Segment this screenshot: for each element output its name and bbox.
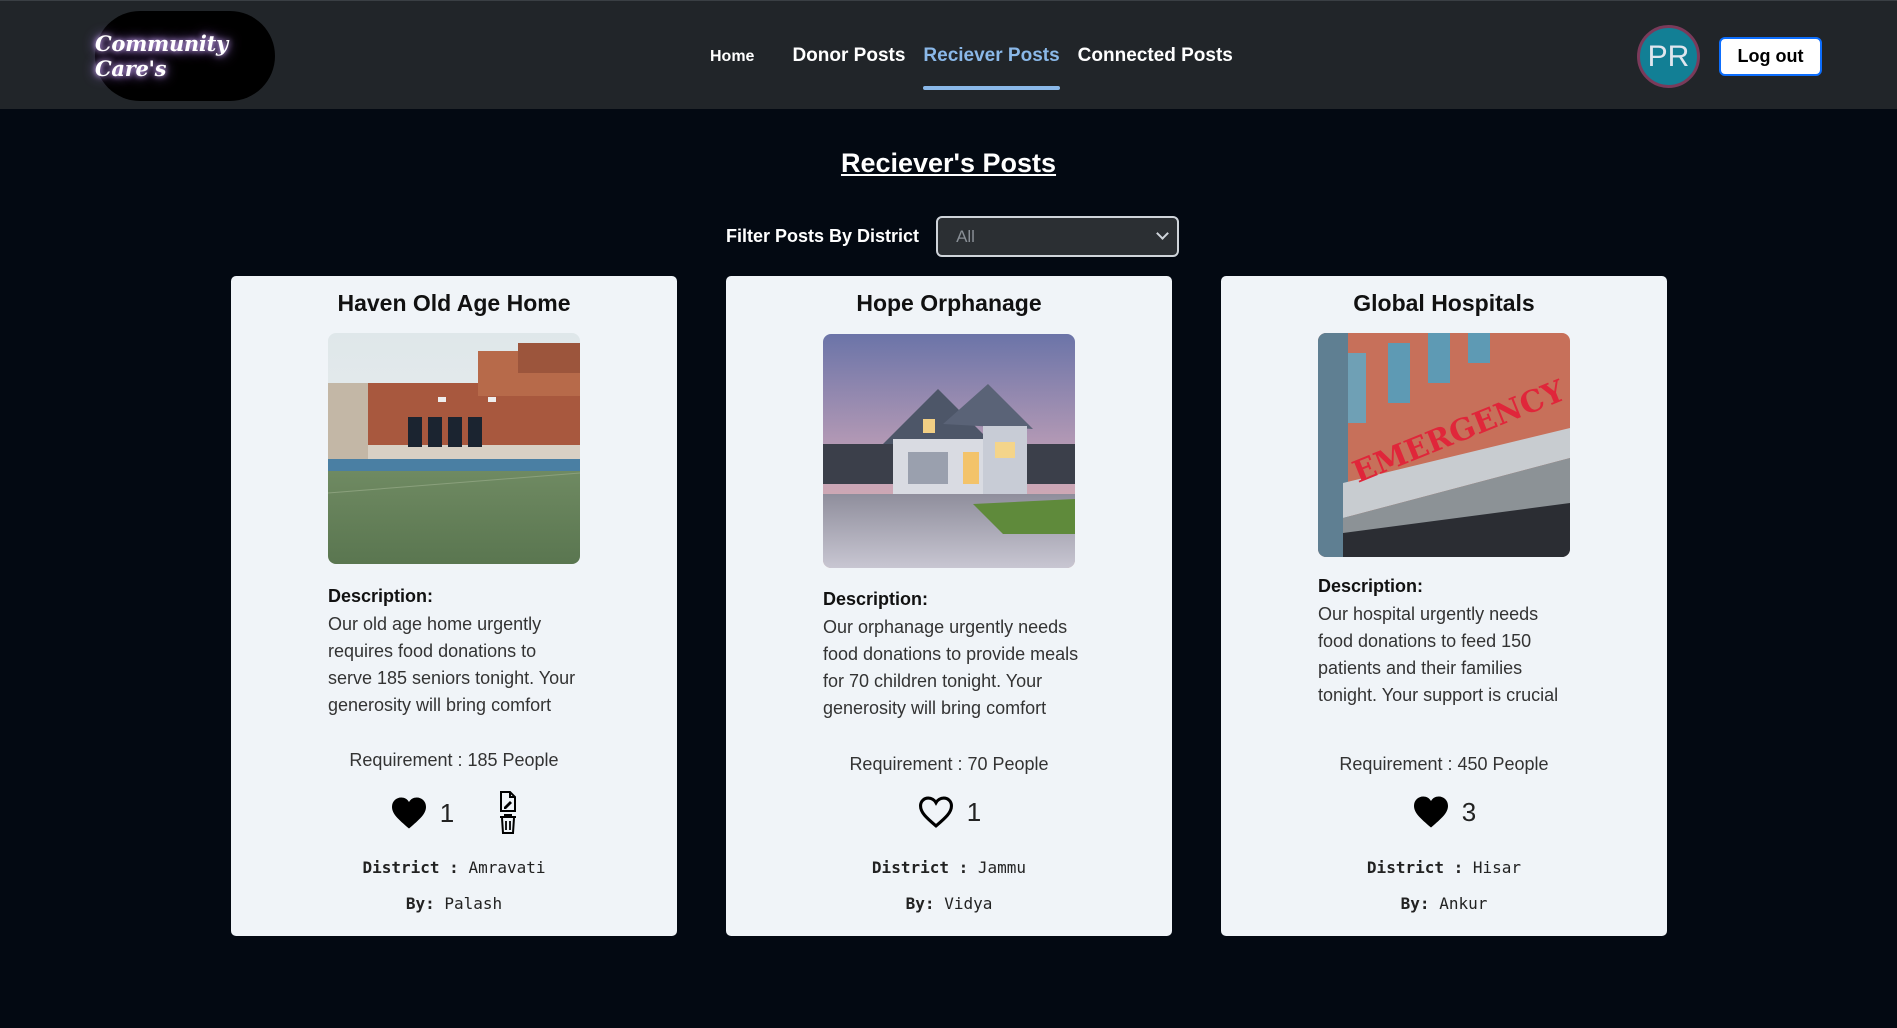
like-count: 1 [439, 797, 455, 828]
district-label: District : [362, 858, 459, 877]
post-author: By: Ankur [1221, 894, 1667, 913]
logout-button[interactable]: Log out [1719, 37, 1822, 76]
district-filter: Filter Posts By District All [726, 216, 1180, 257]
house-image [823, 334, 1075, 568]
nav-links: Home Donor Posts Reciever Posts Connecte… [710, 1, 1251, 110]
post-requirement: Requirement : 185 People [349, 750, 559, 770]
post-description: Our old age home urgently requires food … [328, 614, 576, 715]
brand-logo-text: Community Care's [95, 31, 228, 81]
post-author: By: Vidya [726, 894, 1172, 913]
edit-document-icon[interactable] [498, 791, 518, 813]
school-building-image [328, 333, 580, 564]
heart-filled-icon[interactable] [390, 796, 428, 830]
author-name: Vidya [944, 894, 993, 913]
nav-reciever-posts[interactable]: Reciever Posts [923, 45, 1060, 90]
district-value: Amravati [468, 858, 546, 877]
heart-outline-icon[interactable] [917, 795, 955, 829]
page-title: Reciever's Posts [840, 148, 1057, 178]
district-label: District : [1366, 858, 1464, 877]
by-label: By: [905, 894, 935, 913]
district-value: Jammu [977, 858, 1027, 877]
post-card: Global Hospitals EMERGENCY Description: … [1221, 276, 1667, 936]
post-description: Our orphanage urgently needs food donati… [823, 617, 1079, 718]
filter-selected-value: All [956, 226, 975, 246]
district-label: District : [871, 858, 969, 877]
district-value: Hisar [1472, 858, 1522, 877]
chevron-down-icon [1156, 227, 1169, 240]
description-label: Description: [328, 586, 434, 606]
post-district: District : Amravati [231, 858, 677, 877]
brand-logo[interactable]: Community Care's [95, 11, 275, 101]
post-card: Hope Orphanage Description: Our orphanag… [726, 276, 1172, 936]
likes-row: 3 [1221, 795, 1667, 829]
author-name: Palash [444, 894, 503, 913]
filter-label: Filter Posts By District [726, 226, 920, 246]
post-image [823, 334, 1075, 568]
post-district: District : Jammu [726, 858, 1172, 877]
nav-donor-posts[interactable]: Donor Posts [792, 45, 905, 67]
post-author: By: Palash [231, 894, 677, 913]
by-label: By: [1400, 894, 1430, 913]
post-description: Our hospital urgently needs food donatio… [1318, 604, 1559, 705]
post-image [328, 333, 580, 564]
post-district: District : Hisar [1221, 858, 1667, 877]
hospital-emergency-image: EMERGENCY [1318, 333, 1570, 557]
description-label: Description: [1318, 576, 1424, 596]
description-label: Description: [823, 589, 929, 609]
likes-row: 1 [726, 795, 1172, 829]
nav-connected-posts[interactable]: Connected Posts [1078, 45, 1233, 67]
user-avatar[interactable]: PR [1637, 25, 1700, 88]
like-count: 3 [1461, 796, 1477, 827]
navbar: Community Care's Home Donor Posts Reciev… [0, 0, 1897, 109]
post-title: Haven Old Age Home [337, 290, 571, 316]
post-image: EMERGENCY [1318, 333, 1570, 557]
by-label: By: [405, 894, 435, 913]
post-title: Hope Orphanage [856, 290, 1042, 316]
post-title: Global Hospitals [1353, 290, 1535, 316]
nav-home[interactable]: Home [710, 48, 754, 66]
post-requirement: Requirement : 70 People [849, 754, 1049, 774]
district-filter-select[interactable]: All [936, 216, 1180, 257]
post-requirement: Requirement : 450 People [1339, 754, 1549, 774]
heart-filled-icon[interactable] [1412, 795, 1450, 829]
post-owner-actions [498, 791, 518, 835]
likes-row: 1 [231, 791, 677, 835]
author-name: Ankur [1439, 894, 1488, 913]
like-count: 1 [966, 796, 982, 827]
post-card: Haven Old Age Home Description: Our old … [231, 276, 677, 936]
trash-icon[interactable] [498, 813, 518, 835]
